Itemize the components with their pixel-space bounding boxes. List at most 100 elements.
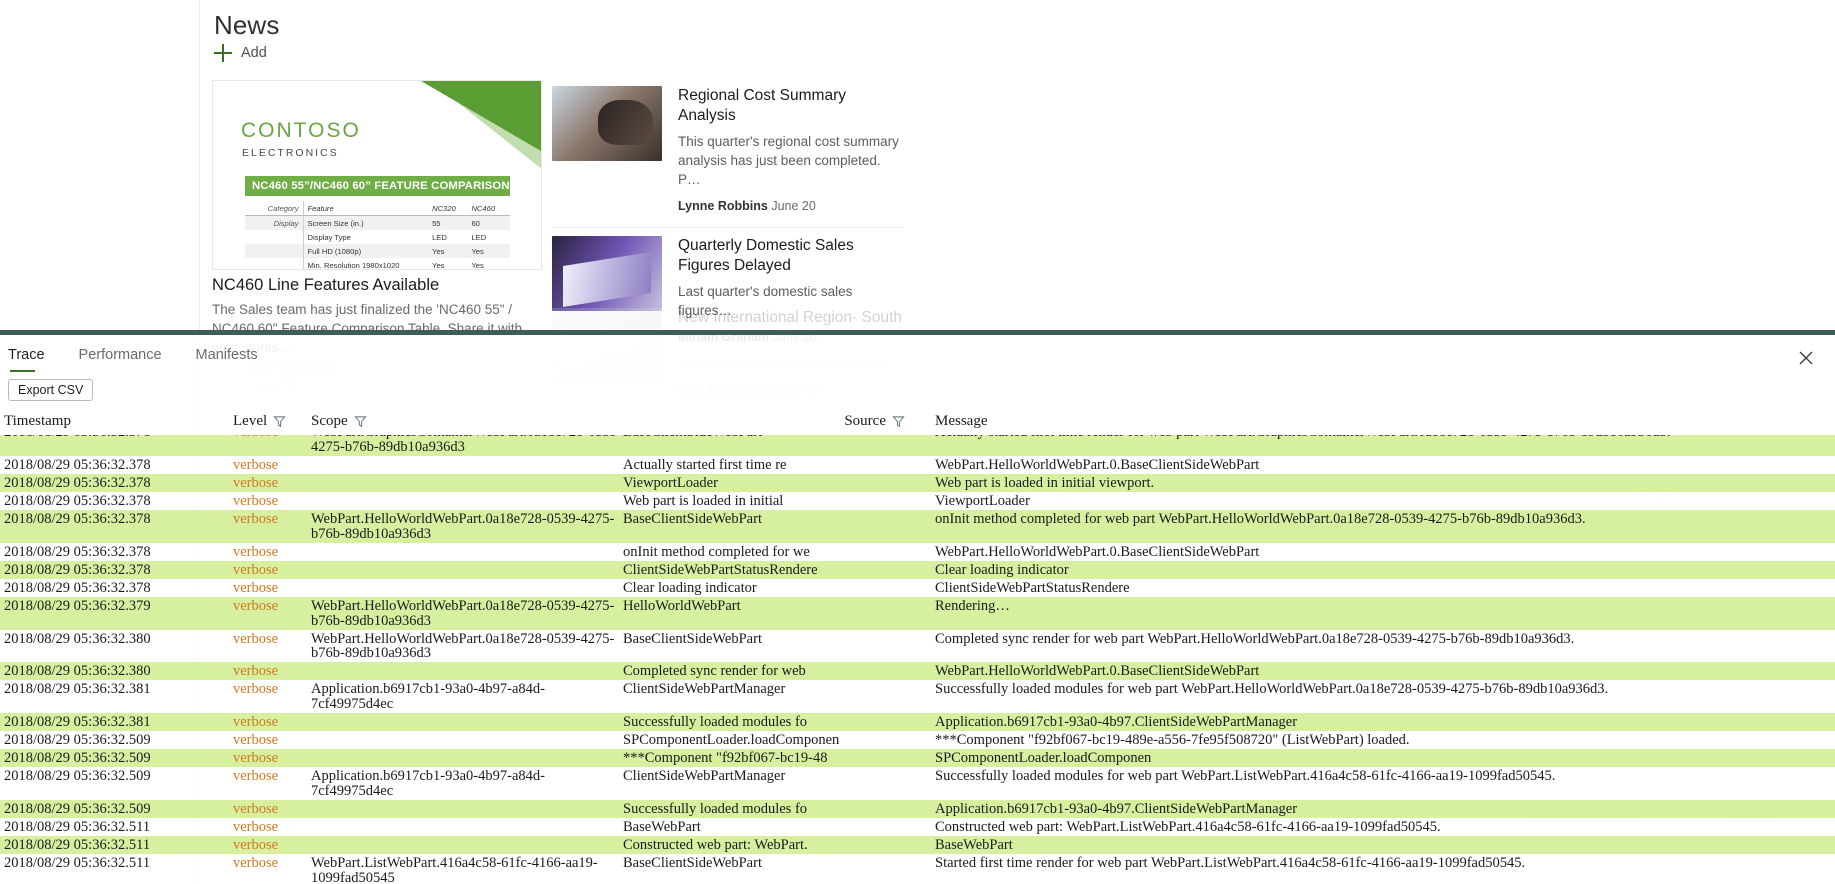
trace-cell-level: verbose [233, 751, 279, 766]
contoso-brand-sub: ELECTRONICS [242, 147, 339, 159]
trace-cell-message: Clear loading indicator [935, 562, 1069, 578]
news-item-date: June 20 [771, 199, 816, 213]
tab-trace[interactable]: Trace [8, 347, 45, 372]
contoso-brand: CONTOSO [241, 119, 361, 142]
trace-cell-source: HelloWorldWebPart [623, 598, 741, 614]
trace-cell-level: verbose [233, 493, 279, 509]
trace-cell-message: Application.b6917cb1-93a0-4b97.ClientSid… [935, 715, 1298, 730]
trace-row[interactable]: 2018/08/29 05:36:32.381 verbose Successful… [0, 713, 1835, 732]
trace-cell-source: Successfully loaded modules fo [623, 715, 808, 730]
filter-funnel-icon[interactable] [892, 415, 905, 428]
close-icon[interactable] [1793, 345, 1819, 371]
trace-cell-source: Web part is loaded in initial [623, 493, 784, 509]
trace-row[interactable]: 2018/08/29 05:36:32.381 verbose Applicatio… [0, 680, 1835, 713]
trace-cell-source: BaseWebPart [623, 820, 701, 835]
trace-row[interactable]: 2018/08/29 05:36:32.378 verbose WebPart.He… [0, 509, 1835, 543]
trace-row[interactable]: 2018/08/29 05:36:32.380 verbose WebPart.He… [0, 630, 1835, 663]
add-news-button[interactable]: Add [214, 44, 267, 62]
column-header-level-label: Level [233, 412, 268, 429]
add-news-label: Add [241, 45, 267, 61]
tab-performance[interactable]: Performance [79, 347, 162, 372]
trace-cell-source: ***Component "f92bf067-bc19-48 [623, 751, 828, 766]
trace-cell-timestamp: 2018/08/29 05:36:32.378 [0, 435, 233, 440]
trace-row[interactable]: 2018/08/29 05:36:32.379 verbose WebPart.He… [0, 596, 1835, 630]
trace-cell-source: ClientSideWebPartStatusRendere [623, 562, 818, 578]
column-header-scope-label: Scope [311, 412, 348, 429]
export-csv-button[interactable]: Export CSV [8, 379, 94, 401]
column-header-scope[interactable]: Scope [311, 413, 623, 430]
filter-funnel-icon[interactable] [354, 415, 367, 428]
hero-cell [245, 244, 303, 258]
trace-row[interactable]: 2018/08/29 05:36:32.378 verbose onInit met… [0, 543, 1835, 561]
hero-cell: 60 [471, 218, 480, 228]
trace-cell-message: Rendering… [935, 598, 1010, 614]
trace-row[interactable]: 2018/08/29 05:36:32.378 verbose Actually s… [0, 456, 1835, 474]
trace-row[interactable]: 2018/08/29 05:36:32.509 verbose SPComponen… [0, 731, 1835, 749]
hero-cell [245, 230, 303, 244]
trace-cell-message: Actually started first time render for w… [935, 435, 1835, 440]
trace-cell-level: verbose [233, 664, 279, 679]
trace-cell-source: BaseClientSideWebPart [623, 511, 762, 527]
column-header-source[interactable]: Source [623, 413, 935, 430]
trace-row[interactable]: 2018/08/29 05:36:32.511 verbose WebPart.Li… [0, 854, 1835, 884]
hero-row: Display Screen Size (in.) 55 60 [245, 215, 510, 230]
trace-row[interactable]: 2018/08/29 05:36:32.509 verbose Applicatio… [0, 767, 1835, 800]
trace-table-body[interactable]: 2018/08/29 05:36:32.378 verbose WebPart.Gr… [0, 435, 1835, 884]
trace-cell-source: BaseClientSideWebPart [623, 856, 762, 871]
trace-cell-timestamp: 2018/08/29 05:36:32.378 [4, 493, 151, 509]
trace-row[interactable]: 2018/08/29 05:36:32.378 verbose Web part i… [0, 492, 1835, 510]
column-header-level[interactable]: Level [233, 413, 311, 430]
trace-row[interactable]: 2018/08/29 05:36:32.378 verbose ClientSide… [0, 560, 1835, 579]
trace-cell-timestamp: 2018/08/29 05:36:32.378 [4, 475, 151, 491]
trace-cell-message: ViewportLoader [935, 493, 1030, 509]
trace-cell-level: verbose [233, 580, 279, 596]
panel-top-accent-bar [0, 330, 1835, 335]
trace-row[interactable]: 2018/08/29 05:36:32.511 verbose BaseWebPar… [0, 818, 1835, 836]
trace-row[interactable]: 2018/08/29 05:36:32.509 verbose ***Compone… [0, 749, 1835, 768]
trace-row[interactable]: 2018/08/29 05:36:32.378verboseWebPart.Gr… [0, 435, 1835, 456]
hero-th-feature: Feature [302, 201, 429, 216]
trace-cell-message: Completed sync render for web part WebPa… [935, 631, 1575, 647]
trace-cell-timestamp: 2018/08/29 05:36:32.509 [4, 751, 151, 766]
trace-cell-timestamp: 2018/08/29 05:36:32.509 [4, 733, 151, 748]
trace-cell-scope: Application.b6917cb1-93a0-4b97-a84d-7cf4… [311, 768, 545, 799]
trace-log-table: Timestamp Level Scope Source Message 427… [0, 407, 1835, 884]
news-thumbnail [552, 86, 662, 161]
trace-cell-message: WebPart.HelloWorldWebPart.0.BaseClientSi… [935, 457, 1260, 473]
trace-cell-timestamp: 2018/08/29 05:36:32.511 [4, 820, 151, 835]
trace-cell-source: ClientSideWebPartManager [623, 769, 786, 784]
tab-manifests[interactable]: Manifests [196, 347, 258, 372]
hero-cell: Min. Resolution 1980x1020 [302, 258, 429, 269]
news-hero-card[interactable]: CONTOSO ELECTRONICS NC460 55”/NC460 60” … [212, 80, 542, 270]
filter-funnel-icon[interactable] [273, 415, 286, 428]
trace-cell-scope: WebPart.GraphicsContainerWebPart.0a18e72… [311, 435, 622, 455]
trace-cell-level: verbose [233, 457, 279, 473]
trace-cell-level: verbose [233, 838, 279, 853]
trace-cell-scope: WebPart.HelloWorldWebPart.0a18e728-0539-… [311, 630, 615, 662]
news-list-item[interactable]: Regional Cost Summary Analysis This quar… [552, 78, 902, 227]
trace-cell-level: verbose [233, 511, 279, 527]
hero-th-nc320: NC320 [428, 201, 468, 216]
trace-cell-timestamp: 2018/08/29 05:36:32.381 [4, 715, 151, 730]
trace-row[interactable]: 2018/08/29 05:36:32.378 verbose ViewportLo… [0, 473, 1835, 492]
trace-row[interactable]: 2018/08/29 05:36:32.380 verbose Completed … [0, 662, 1835, 681]
trace-cell-level: verbose [233, 598, 279, 614]
trace-cell-message: WebPart.HelloWorldWebPart.0.BaseClientSi… [935, 544, 1260, 560]
trace-cell-scope: WebPart.ListWebPart.416a4c58-61fc-4166-a… [311, 855, 598, 884]
column-header-timestamp[interactable]: Timestamp [0, 413, 233, 430]
trace-cell-message: Started first time render for web part W… [935, 856, 1526, 871]
feature-comparison-table: Category Feature NC320 NC460 Display Scr… [245, 201, 510, 269]
hero-row: Min. Resolution 1980x1020 Yes Yes [245, 258, 510, 269]
trace-cell-message: Successfully loaded modules for web part… [935, 682, 1609, 697]
column-header-message[interactable]: Message [935, 413, 1835, 430]
trace-row[interactable]: 2018/08/29 05:36:32.509 verbose Successful… [0, 800, 1835, 819]
trace-cell-source: Constructed web part: WebPart. [623, 838, 808, 853]
hero-cell: LED [432, 232, 447, 242]
hero-row: Full HD (1080p) Yes Yes [245, 244, 510, 258]
trace-cell-timestamp: 2018/08/29 05:36:32.509 [4, 769, 151, 784]
sharepoint-workbench-debug-panel: Trace Performance Manifests Export CSV T… [0, 330, 1835, 884]
trace-row[interactable]: 2018/08/29 05:36:32.511 verbose Constructe… [0, 836, 1835, 855]
trace-row[interactable]: 2018/08/29 05:36:32.378 verbose Clear load… [0, 579, 1835, 597]
screenshot-root: News Add CONTOSO ELECTRONICS NC460 55”/N… [0, 0, 1835, 884]
trace-cell-level: verbose [233, 682, 279, 697]
